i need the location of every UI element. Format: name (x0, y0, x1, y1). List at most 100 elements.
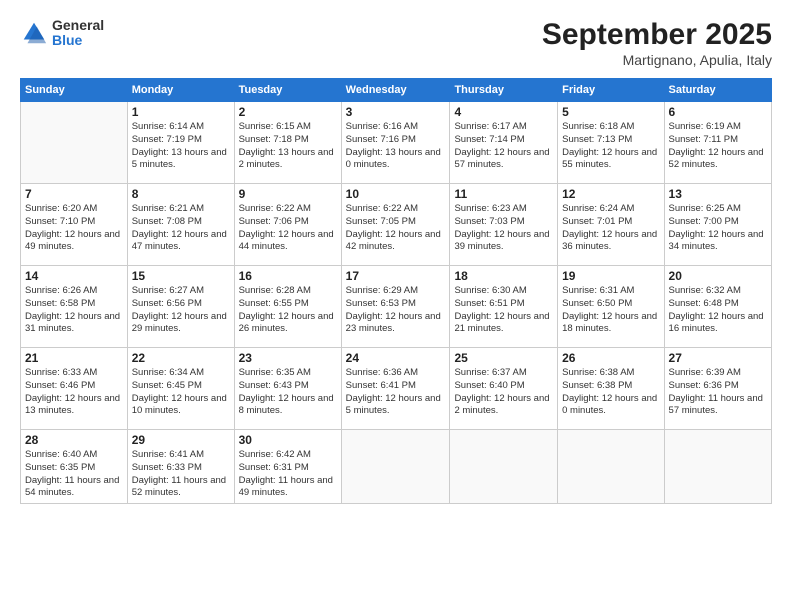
day-info: Sunrise: 6:36 AM Sunset: 6:41 PM Dayligh… (346, 367, 446, 418)
calendar-week-row: 14 Sunrise: 6:26 AM Sunset: 6:58 PM Dayli… (21, 266, 772, 348)
day-number: 26 (562, 351, 659, 365)
table-row: 3Sunrise: 6:16 AM Sunset: 7:16 PM Daylig… (341, 102, 450, 184)
day-number: 22 (132, 351, 230, 365)
header: General Blue September 2025 Martignano, … (20, 18, 772, 68)
table-row: 24Sunrise: 6:36 AM Sunset: 6:41 PM Dayli… (341, 348, 450, 430)
day-info: Sunrise: 6:40 AM Sunset: 6:35 PM Dayligh… (25, 449, 123, 500)
table-row (664, 430, 771, 504)
month-title: September 2025 (542, 18, 772, 52)
table-row: 9Sunrise: 6:22 AM Sunset: 7:06 PM Daylig… (234, 184, 341, 266)
table-row (341, 430, 450, 504)
day-info: Sunrise: 6:32 AM Sunset: 6:48 PM Dayligh… (669, 285, 767, 336)
table-row: 12 Sunrise: 6:24 AM Sunset: 7:01 PM Dayli… (558, 184, 664, 266)
table-row (558, 430, 664, 504)
day-info: Sunrise: 6:33 AM Sunset: 6:46 PM Dayligh… (25, 367, 123, 418)
day-info: Sunrise: 6:21 AM Sunset: 7:08 PM Dayligh… (132, 203, 230, 254)
day-number: 29 (132, 433, 230, 447)
day-info: Sunrise: 6:41 AM Sunset: 6:33 PM Dayligh… (132, 449, 230, 500)
table-row: 18 Sunrise: 6:30 AM Sunset: 6:51 PM Dayli… (450, 266, 558, 348)
day-number: 10 (346, 187, 446, 201)
calendar-week-row: 28 Sunrise: 6:40 AM Sunset: 6:35 PM Dayli… (21, 430, 772, 504)
day-number: 14 (25, 269, 123, 283)
day-info: Sunrise: 6:39 AM Sunset: 6:36 PM Dayligh… (669, 367, 767, 418)
day-number: 4 (454, 105, 553, 119)
day-number: 2 (239, 105, 337, 119)
day-info: Sunrise: 6:28 AM Sunset: 6:55 PM Dayligh… (239, 285, 337, 336)
day-info: Sunrise: 6:25 AM Sunset: 7:00 PM Dayligh… (669, 203, 767, 254)
col-sunday: Sunday (21, 79, 128, 102)
logo: General Blue (20, 18, 104, 49)
day-info: Sunrise: 6:35 AM Sunset: 6:43 PM Dayligh… (239, 367, 337, 418)
day-info: Sunrise: 6:26 AM Sunset: 6:58 PM Dayligh… (25, 285, 123, 336)
day-number: 16 (239, 269, 337, 283)
table-row: 7 Sunrise: 6:20 AM Sunset: 7:10 PM Daylig… (21, 184, 128, 266)
day-number: 5 (562, 105, 659, 119)
calendar-week-row: 1Sunrise: 6:14 AM Sunset: 7:19 PM Daylig… (21, 102, 772, 184)
day-info: Sunrise: 6:15 AM Sunset: 7:18 PM Dayligh… (239, 121, 337, 172)
col-wednesday: Wednesday (341, 79, 450, 102)
table-row: 6 Sunrise: 6:19 AM Sunset: 7:11 PM Daylig… (664, 102, 771, 184)
table-row: 19Sunrise: 6:31 AM Sunset: 6:50 PM Dayli… (558, 266, 664, 348)
calendar-week-row: 21 Sunrise: 6:33 AM Sunset: 6:46 PM Dayli… (21, 348, 772, 430)
day-info: Sunrise: 6:20 AM Sunset: 7:10 PM Dayligh… (25, 203, 123, 254)
table-row: 16 Sunrise: 6:28 AM Sunset: 6:55 PM Dayli… (234, 266, 341, 348)
day-info: Sunrise: 6:23 AM Sunset: 7:03 PM Dayligh… (454, 203, 553, 254)
col-friday: Friday (558, 79, 664, 102)
table-row: 5Sunrise: 6:18 AM Sunset: 7:13 PM Daylig… (558, 102, 664, 184)
day-info: Sunrise: 6:42 AM Sunset: 6:31 PM Dayligh… (239, 449, 337, 500)
day-number: 18 (454, 269, 553, 283)
table-row: 30 Sunrise: 6:42 AM Sunset: 6:31 PM Dayli… (234, 430, 341, 504)
day-info: Sunrise: 6:17 AM Sunset: 7:14 PM Dayligh… (454, 121, 553, 172)
day-info: Sunrise: 6:27 AM Sunset: 6:56 PM Dayligh… (132, 285, 230, 336)
day-number: 23 (239, 351, 337, 365)
day-number: 30 (239, 433, 337, 447)
calendar-table: Sunday Monday Tuesday Wednesday Thursday… (20, 78, 772, 504)
logo-general: General (52, 18, 104, 33)
day-number: 20 (669, 269, 767, 283)
table-row: 4 Sunrise: 6:17 AM Sunset: 7:14 PM Daylig… (450, 102, 558, 184)
day-info: Sunrise: 6:16 AM Sunset: 7:16 PM Dayligh… (346, 121, 446, 172)
day-number: 8 (132, 187, 230, 201)
day-info: Sunrise: 6:14 AM Sunset: 7:19 PM Dayligh… (132, 121, 230, 172)
table-row: 23 Sunrise: 6:35 AM Sunset: 6:43 PM Dayli… (234, 348, 341, 430)
table-row: 14 Sunrise: 6:26 AM Sunset: 6:58 PM Dayli… (21, 266, 128, 348)
table-row: 15 Sunrise: 6:27 AM Sunset: 6:56 PM Dayli… (127, 266, 234, 348)
table-row: 17Sunrise: 6:29 AM Sunset: 6:53 PM Dayli… (341, 266, 450, 348)
calendar-header-row: Sunday Monday Tuesday Wednesday Thursday… (21, 79, 772, 102)
day-info: Sunrise: 6:19 AM Sunset: 7:11 PM Dayligh… (669, 121, 767, 172)
table-row: 20 Sunrise: 6:32 AM Sunset: 6:48 PM Dayli… (664, 266, 771, 348)
day-info: Sunrise: 6:37 AM Sunset: 6:40 PM Dayligh… (454, 367, 553, 418)
table-row: 22 Sunrise: 6:34 AM Sunset: 6:45 PM Dayli… (127, 348, 234, 430)
table-row (450, 430, 558, 504)
day-number: 25 (454, 351, 553, 365)
day-info: Sunrise: 6:38 AM Sunset: 6:38 PM Dayligh… (562, 367, 659, 418)
day-number: 6 (669, 105, 767, 119)
day-number: 9 (239, 187, 337, 201)
table-row: 28 Sunrise: 6:40 AM Sunset: 6:35 PM Dayli… (21, 430, 128, 504)
day-number: 27 (669, 351, 767, 365)
col-thursday: Thursday (450, 79, 558, 102)
day-number: 11 (454, 187, 553, 201)
col-monday: Monday (127, 79, 234, 102)
day-info: Sunrise: 6:29 AM Sunset: 6:53 PM Dayligh… (346, 285, 446, 336)
day-info: Sunrise: 6:24 AM Sunset: 7:01 PM Dayligh… (562, 203, 659, 254)
calendar-week-row: 7 Sunrise: 6:20 AM Sunset: 7:10 PM Daylig… (21, 184, 772, 266)
table-row (21, 102, 128, 184)
day-info: Sunrise: 6:30 AM Sunset: 6:51 PM Dayligh… (454, 285, 553, 336)
day-number: 13 (669, 187, 767, 201)
page: General Blue September 2025 Martignano, … (0, 0, 792, 612)
table-row: 13 Sunrise: 6:25 AM Sunset: 7:00 PM Dayli… (664, 184, 771, 266)
day-number: 19 (562, 269, 659, 283)
table-row: 26 Sunrise: 6:38 AM Sunset: 6:38 PM Dayli… (558, 348, 664, 430)
day-info: Sunrise: 6:34 AM Sunset: 6:45 PM Dayligh… (132, 367, 230, 418)
day-number: 7 (25, 187, 123, 201)
day-number: 15 (132, 269, 230, 283)
table-row: 29 Sunrise: 6:41 AM Sunset: 6:33 PM Dayli… (127, 430, 234, 504)
table-row: 10 Sunrise: 6:22 AM Sunset: 7:05 PM Dayli… (341, 184, 450, 266)
table-row: 2 Sunrise: 6:15 AM Sunset: 7:18 PM Daylig… (234, 102, 341, 184)
day-info: Sunrise: 6:22 AM Sunset: 7:05 PM Dayligh… (346, 203, 446, 254)
location-subtitle: Martignano, Apulia, Italy (542, 52, 772, 68)
day-number: 12 (562, 187, 659, 201)
day-number: 21 (25, 351, 123, 365)
day-number: 28 (25, 433, 123, 447)
